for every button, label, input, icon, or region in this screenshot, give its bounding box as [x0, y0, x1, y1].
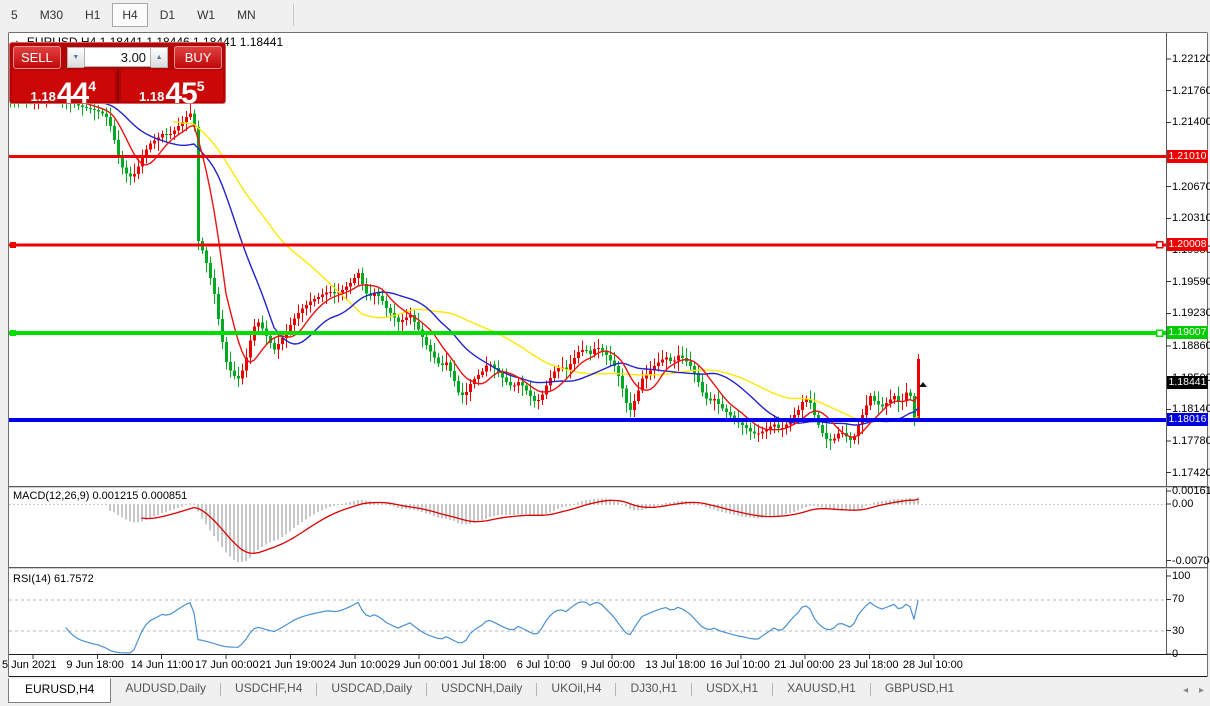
timeframe-button-H1[interactable]: H1	[75, 3, 110, 27]
time-axis-label: 16 Jul 10:00	[710, 659, 770, 671]
macd-indicator-label: MACD(12,26,9) 0.001215 0.000851	[13, 490, 187, 502]
price-badge: 1.20008	[1167, 238, 1208, 251]
tabs-scroll-left-icon[interactable]: ◂	[1183, 685, 1188, 696]
chart-tab-USDCNH-Daily[interactable]: USDCNH,Daily	[427, 678, 536, 700]
time-axis-label: 1 Jul 18:00	[452, 659, 506, 671]
price-tick-label: 1.19590	[1172, 276, 1210, 288]
time-axis-label: 6 Jul 10:00	[517, 659, 571, 671]
chart-tab-USDX-H1[interactable]: USDX,H1	[692, 678, 772, 700]
timeframe-toolbar: 5M30H1H4D1W1MN	[0, 0, 1210, 30]
tabs-scroll-right-icon[interactable]: ▸	[1199, 685, 1204, 696]
price-tick-label: 1.20310	[1172, 212, 1210, 224]
price-tick-label: 1.19230	[1172, 307, 1210, 319]
macd-axis-label: 0.00161	[1172, 485, 1210, 497]
sell-price-sup: 4	[88, 78, 96, 94]
price-badge: 1.19007	[1167, 326, 1208, 339]
rsi-indicator-label: RSI(14) 61.7572	[13, 573, 94, 585]
price-tick-label: 1.22120	[1172, 53, 1210, 65]
price-tick-label: 1.21760	[1172, 85, 1210, 97]
time-axis-label: 24 Jun 10:00	[324, 659, 388, 671]
tabs-scroll-nav: ◂ ▸	[1175, 685, 1204, 696]
chart-tab-USDCHF-H4[interactable]: USDCHF,H4	[221, 678, 316, 700]
chart-tab-USDCAD-Daily[interactable]: USDCAD,Daily	[317, 678, 426, 700]
macd-axis-label: -0.007088	[1172, 555, 1210, 567]
volume-increase-button[interactable]: ▲	[151, 47, 168, 68]
chart-tab-XAUUSD-H1[interactable]: XAUUSD,H1	[773, 678, 870, 700]
price-divider	[117, 69, 119, 103]
buy-button[interactable]: BUY	[174, 46, 222, 69]
chart-tab-EURUSD-H4[interactable]: EURUSD,H4	[8, 678, 111, 703]
one-click-trading-panel: SELL ▼ 3.00 ▲ BUY 1.18444 1.18455	[9, 42, 226, 104]
sell-button[interactable]: SELL	[13, 46, 61, 69]
time-axis-label: 9 Jun 18:00	[66, 659, 124, 671]
rsi-axis-label: 0	[1172, 648, 1178, 660]
price-badge: 1.21010	[1167, 150, 1208, 163]
macd-axis-label: 0.00	[1172, 498, 1193, 510]
price-tick-label: 1.21400	[1172, 116, 1210, 128]
volume-decrease-button[interactable]: ▼	[67, 47, 84, 68]
price-tick-label: 1.18860	[1172, 340, 1210, 352]
time-axis-label: 29 Jun 00:00	[388, 659, 452, 671]
timeframe-button-W1[interactable]: W1	[187, 3, 225, 27]
buy-price-big: 45	[165, 77, 196, 110]
timeframe-button-5[interactable]: 5	[1, 3, 28, 27]
time-axis-label: 5 Jun 2021	[2, 659, 56, 671]
chart-tab-GBPUSD-H1[interactable]: GBPUSD,H1	[871, 678, 968, 700]
sell-price-prefix: 1.18	[31, 89, 56, 104]
chart-tab-AUDUSD-Daily[interactable]: AUDUSD,Daily	[111, 678, 220, 700]
rsi-axis-label: 30	[1172, 625, 1184, 637]
chart-tab-DJ30-H1[interactable]: DJ30,H1	[616, 678, 691, 700]
time-axis-label: 9 Jul 00:00	[581, 659, 635, 671]
time-axis-label: 28 Jul 10:00	[903, 659, 963, 671]
timeframe-button-D1[interactable]: D1	[150, 3, 185, 27]
sell-price-big: 44	[57, 77, 88, 110]
rsi-axis-label: 70	[1172, 593, 1184, 605]
price-tick-label: 1.17780	[1172, 435, 1210, 447]
price-badge: 1.18016	[1167, 413, 1208, 426]
buy-price-sup: 5	[197, 78, 205, 94]
buy-price-prefix: 1.18	[139, 89, 164, 104]
chart-tabs: EURUSD,H4AUDUSD,DailyUSDCHF,H4USDCAD,Dai…	[0, 678, 968, 703]
time-axis-label: 17 Jun 00:00	[195, 659, 259, 671]
volume-input[interactable]: 3.00	[84, 47, 151, 67]
timeframe-button-MN[interactable]: MN	[227, 3, 266, 27]
buy-price-display[interactable]: 1.18455	[121, 70, 224, 101]
time-axis-label: 23 Jul 18:00	[839, 659, 899, 671]
trade-panel-controls: SELL ▼ 3.00 ▲ BUY	[10, 43, 225, 69]
chart-tab-UKOil-H4[interactable]: UKOil,H4	[537, 678, 615, 700]
time-axis-label: 21 Jun 19:00	[259, 659, 323, 671]
sell-price-display[interactable]: 1.18444	[12, 70, 115, 101]
price-tick-label: 1.20670	[1172, 181, 1210, 193]
trade-panel-prices: 1.18444 1.18455	[10, 69, 225, 103]
time-axis-label: 13 Jul 18:00	[646, 659, 706, 671]
time-axis-label: 21 Jul 00:00	[774, 659, 834, 671]
price-tick-label: 1.17420	[1172, 467, 1210, 479]
rsi-axis-label: 100	[1172, 570, 1190, 582]
timeframe-button-H4[interactable]: H4	[112, 3, 147, 27]
chart-tabs-bar: EURUSD,H4AUDUSD,DailyUSDCHF,H4USDCAD,Dai…	[0, 678, 1210, 706]
price-badge: 1.18441	[1167, 376, 1208, 389]
timeframe-button-M30[interactable]: M30	[30, 3, 73, 27]
toolbar-separator	[293, 4, 294, 26]
time-axis-label: 14 Jun 11:00	[131, 659, 194, 671]
